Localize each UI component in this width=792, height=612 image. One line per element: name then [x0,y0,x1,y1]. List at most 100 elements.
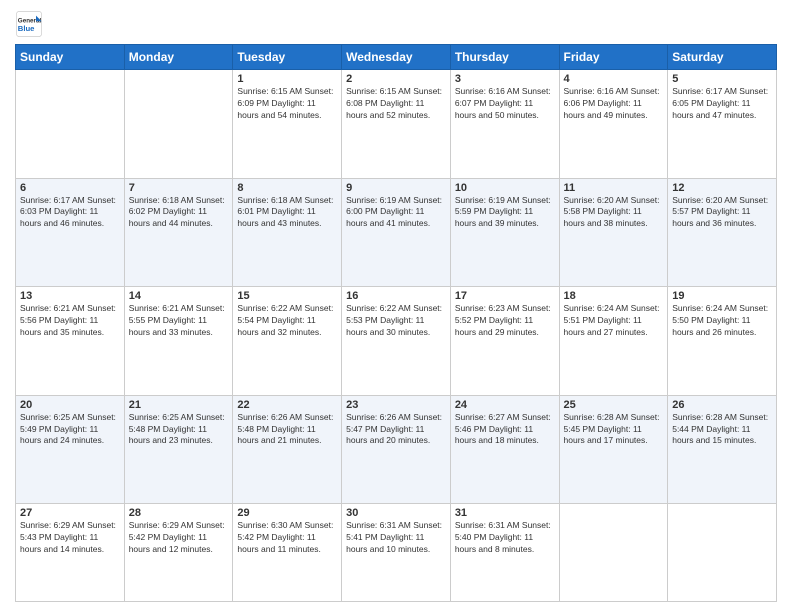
day-number: 28 [129,507,229,519]
calendar-cell: 19Sunrise: 6:24 AM Sunset: 5:50 PM Dayli… [668,287,777,396]
calendar-week-row: 20Sunrise: 6:25 AM Sunset: 5:49 PM Dayli… [16,395,777,504]
day-number: 15 [237,290,337,302]
calendar-cell: 16Sunrise: 6:22 AM Sunset: 5:53 PM Dayli… [342,287,451,396]
calendar-week-row: 6Sunrise: 6:17 AM Sunset: 6:03 PM Daylig… [16,178,777,287]
logo-icon: General Blue [15,10,43,38]
day-info: Sunrise: 6:30 AM Sunset: 5:42 PM Dayligh… [237,520,337,556]
calendar-cell [16,70,125,179]
day-number: 13 [20,290,120,302]
day-info: Sunrise: 6:25 AM Sunset: 5:49 PM Dayligh… [20,412,120,448]
day-number: 31 [455,507,555,519]
day-number: 30 [346,507,446,519]
day-number: 18 [564,290,664,302]
calendar-cell: 15Sunrise: 6:22 AM Sunset: 5:54 PM Dayli… [233,287,342,396]
col-header-sunday: Sunday [16,45,125,70]
day-info: Sunrise: 6:31 AM Sunset: 5:40 PM Dayligh… [455,520,555,556]
col-header-monday: Monday [124,45,233,70]
calendar-header-row: SundayMondayTuesdayWednesdayThursdayFrid… [16,45,777,70]
calendar-cell: 30Sunrise: 6:31 AM Sunset: 5:41 PM Dayli… [342,504,451,602]
day-number: 11 [564,182,664,194]
calendar-cell: 23Sunrise: 6:26 AM Sunset: 5:47 PM Dayli… [342,395,451,504]
day-info: Sunrise: 6:20 AM Sunset: 5:57 PM Dayligh… [672,195,772,231]
calendar-cell: 29Sunrise: 6:30 AM Sunset: 5:42 PM Dayli… [233,504,342,602]
calendar-cell: 8Sunrise: 6:18 AM Sunset: 6:01 PM Daylig… [233,178,342,287]
day-info: Sunrise: 6:28 AM Sunset: 5:44 PM Dayligh… [672,412,772,448]
day-info: Sunrise: 6:19 AM Sunset: 6:00 PM Dayligh… [346,195,446,231]
calendar-cell: 26Sunrise: 6:28 AM Sunset: 5:44 PM Dayli… [668,395,777,504]
calendar-cell: 13Sunrise: 6:21 AM Sunset: 5:56 PM Dayli… [16,287,125,396]
calendar-cell: 3Sunrise: 6:16 AM Sunset: 6:07 PM Daylig… [450,70,559,179]
day-info: Sunrise: 6:18 AM Sunset: 6:02 PM Dayligh… [129,195,229,231]
day-number: 26 [672,399,772,411]
day-info: Sunrise: 6:25 AM Sunset: 5:48 PM Dayligh… [129,412,229,448]
day-number: 4 [564,73,664,85]
calendar-cell: 25Sunrise: 6:28 AM Sunset: 5:45 PM Dayli… [559,395,668,504]
calendar-cell: 20Sunrise: 6:25 AM Sunset: 5:49 PM Dayli… [16,395,125,504]
calendar-cell: 10Sunrise: 6:19 AM Sunset: 5:59 PM Dayli… [450,178,559,287]
page: General Blue SundayMondayTuesdayWednesda… [0,0,792,612]
day-number: 24 [455,399,555,411]
svg-text:Blue: Blue [18,24,35,33]
day-number: 12 [672,182,772,194]
day-number: 7 [129,182,229,194]
calendar-cell [124,70,233,179]
day-number: 2 [346,73,446,85]
day-info: Sunrise: 6:22 AM Sunset: 5:54 PM Dayligh… [237,303,337,339]
day-info: Sunrise: 6:21 AM Sunset: 5:56 PM Dayligh… [20,303,120,339]
calendar-cell: 7Sunrise: 6:18 AM Sunset: 6:02 PM Daylig… [124,178,233,287]
day-info: Sunrise: 6:27 AM Sunset: 5:46 PM Dayligh… [455,412,555,448]
day-info: Sunrise: 6:17 AM Sunset: 6:03 PM Dayligh… [20,195,120,231]
day-number: 22 [237,399,337,411]
day-number: 6 [20,182,120,194]
calendar-cell: 31Sunrise: 6:31 AM Sunset: 5:40 PM Dayli… [450,504,559,602]
day-info: Sunrise: 6:18 AM Sunset: 6:01 PM Dayligh… [237,195,337,231]
calendar-cell: 5Sunrise: 6:17 AM Sunset: 6:05 PM Daylig… [668,70,777,179]
day-number: 3 [455,73,555,85]
day-info: Sunrise: 6:31 AM Sunset: 5:41 PM Dayligh… [346,520,446,556]
calendar-cell: 21Sunrise: 6:25 AM Sunset: 5:48 PM Dayli… [124,395,233,504]
day-number: 1 [237,73,337,85]
day-number: 29 [237,507,337,519]
day-info: Sunrise: 6:15 AM Sunset: 6:09 PM Dayligh… [237,86,337,122]
day-info: Sunrise: 6:21 AM Sunset: 5:55 PM Dayligh… [129,303,229,339]
calendar-cell: 22Sunrise: 6:26 AM Sunset: 5:48 PM Dayli… [233,395,342,504]
calendar-cell: 28Sunrise: 6:29 AM Sunset: 5:42 PM Dayli… [124,504,233,602]
calendar-week-row: 13Sunrise: 6:21 AM Sunset: 5:56 PM Dayli… [16,287,777,396]
calendar-week-row: 1Sunrise: 6:15 AM Sunset: 6:09 PM Daylig… [16,70,777,179]
calendar-cell: 9Sunrise: 6:19 AM Sunset: 6:00 PM Daylig… [342,178,451,287]
day-number: 14 [129,290,229,302]
col-header-friday: Friday [559,45,668,70]
day-info: Sunrise: 6:19 AM Sunset: 5:59 PM Dayligh… [455,195,555,231]
calendar-cell [559,504,668,602]
logo: General Blue [15,10,47,38]
calendar-cell: 18Sunrise: 6:24 AM Sunset: 5:51 PM Dayli… [559,287,668,396]
calendar-week-row: 27Sunrise: 6:29 AM Sunset: 5:43 PM Dayli… [16,504,777,602]
col-header-wednesday: Wednesday [342,45,451,70]
calendar-cell: 1Sunrise: 6:15 AM Sunset: 6:09 PM Daylig… [233,70,342,179]
day-number: 8 [237,182,337,194]
day-info: Sunrise: 6:23 AM Sunset: 5:52 PM Dayligh… [455,303,555,339]
day-info: Sunrise: 6:22 AM Sunset: 5:53 PM Dayligh… [346,303,446,339]
day-info: Sunrise: 6:24 AM Sunset: 5:51 PM Dayligh… [564,303,664,339]
calendar-cell: 11Sunrise: 6:20 AM Sunset: 5:58 PM Dayli… [559,178,668,287]
day-number: 17 [455,290,555,302]
calendar-cell: 17Sunrise: 6:23 AM Sunset: 5:52 PM Dayli… [450,287,559,396]
day-number: 23 [346,399,446,411]
day-info: Sunrise: 6:17 AM Sunset: 6:05 PM Dayligh… [672,86,772,122]
col-header-thursday: Thursday [450,45,559,70]
day-info: Sunrise: 6:20 AM Sunset: 5:58 PM Dayligh… [564,195,664,231]
day-number: 21 [129,399,229,411]
calendar-cell: 4Sunrise: 6:16 AM Sunset: 6:06 PM Daylig… [559,70,668,179]
day-number: 19 [672,290,772,302]
day-info: Sunrise: 6:26 AM Sunset: 5:47 PM Dayligh… [346,412,446,448]
calendar-cell: 27Sunrise: 6:29 AM Sunset: 5:43 PM Dayli… [16,504,125,602]
day-number: 16 [346,290,446,302]
calendar-cell: 14Sunrise: 6:21 AM Sunset: 5:55 PM Dayli… [124,287,233,396]
day-number: 25 [564,399,664,411]
calendar-cell: 12Sunrise: 6:20 AM Sunset: 5:57 PM Dayli… [668,178,777,287]
day-info: Sunrise: 6:15 AM Sunset: 6:08 PM Dayligh… [346,86,446,122]
header: General Blue [15,10,777,38]
day-number: 5 [672,73,772,85]
day-number: 20 [20,399,120,411]
day-info: Sunrise: 6:28 AM Sunset: 5:45 PM Dayligh… [564,412,664,448]
